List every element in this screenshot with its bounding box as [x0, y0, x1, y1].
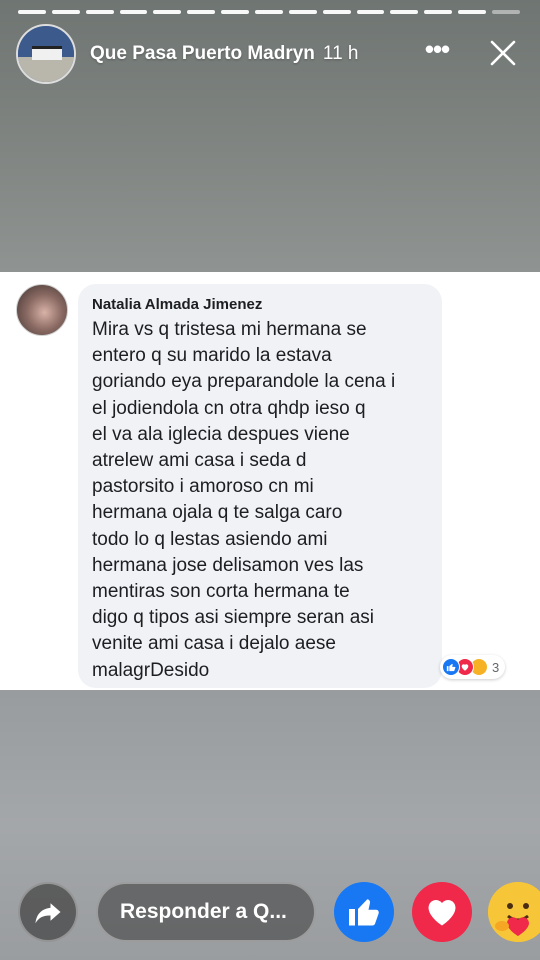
reply-input[interactable]: Responder a Q...: [96, 882, 316, 942]
comment-screenshot: Natalia Almada Jimenez Mira vs q tristes…: [0, 272, 540, 690]
share-button[interactable]: [18, 882, 78, 942]
progress-segment: [85, 10, 114, 14]
avatar-land: [18, 56, 74, 82]
thumbs-up-icon: [349, 899, 379, 926]
reaction-count: 3: [492, 659, 500, 675]
page-name[interactable]: Que Pasa Puerto Madryn: [90, 43, 315, 65]
close-icon[interactable]: [488, 38, 518, 68]
comment-reactions: 3: [440, 655, 506, 679]
progress-segment: [187, 10, 216, 14]
progress-segment: [255, 10, 283, 14]
share-arrow-icon: [35, 903, 61, 924]
story-reply-bar: Responder a Q...: [0, 880, 540, 950]
progress-segment: [424, 10, 453, 14]
comment-bubble: Natalia Almada Jimenez Mira vs q tristes…: [78, 284, 442, 688]
progress-segment: [458, 10, 487, 14]
like-reaction-icon: [442, 658, 460, 676]
page-avatar[interactable]: [16, 24, 76, 84]
story-progress-bar: [18, 10, 520, 14]
commenter-avatar: [16, 284, 68, 336]
commenter-name: Natalia Almada Jimenez: [92, 296, 263, 313]
progress-segment: [288, 10, 317, 14]
progress-segment: [221, 10, 250, 14]
care-button[interactable]: [488, 882, 540, 942]
story-header: Que Pasa Puerto Madryn 11 h •••: [16, 24, 524, 84]
progress-segment: [51, 10, 80, 14]
progress-segment: [322, 10, 351, 14]
like-button[interactable]: [334, 882, 394, 942]
care-emoji-icon: [488, 882, 540, 942]
progress-segment: [153, 10, 182, 14]
more-options-icon[interactable]: •••: [422, 36, 452, 68]
progress-segment-current: [492, 10, 520, 14]
progress-segment: [390, 10, 419, 14]
progress-segment: [356, 10, 385, 14]
progress-segment: [18, 10, 46, 14]
love-button[interactable]: [412, 882, 472, 942]
post-time: 11 h: [322, 43, 359, 64]
avatar-building: [32, 46, 62, 60]
heart-icon: [428, 900, 456, 926]
progress-segment: [119, 10, 148, 14]
comment-text: Mira vs q tristesa mi hermana se entero …: [92, 319, 396, 681]
